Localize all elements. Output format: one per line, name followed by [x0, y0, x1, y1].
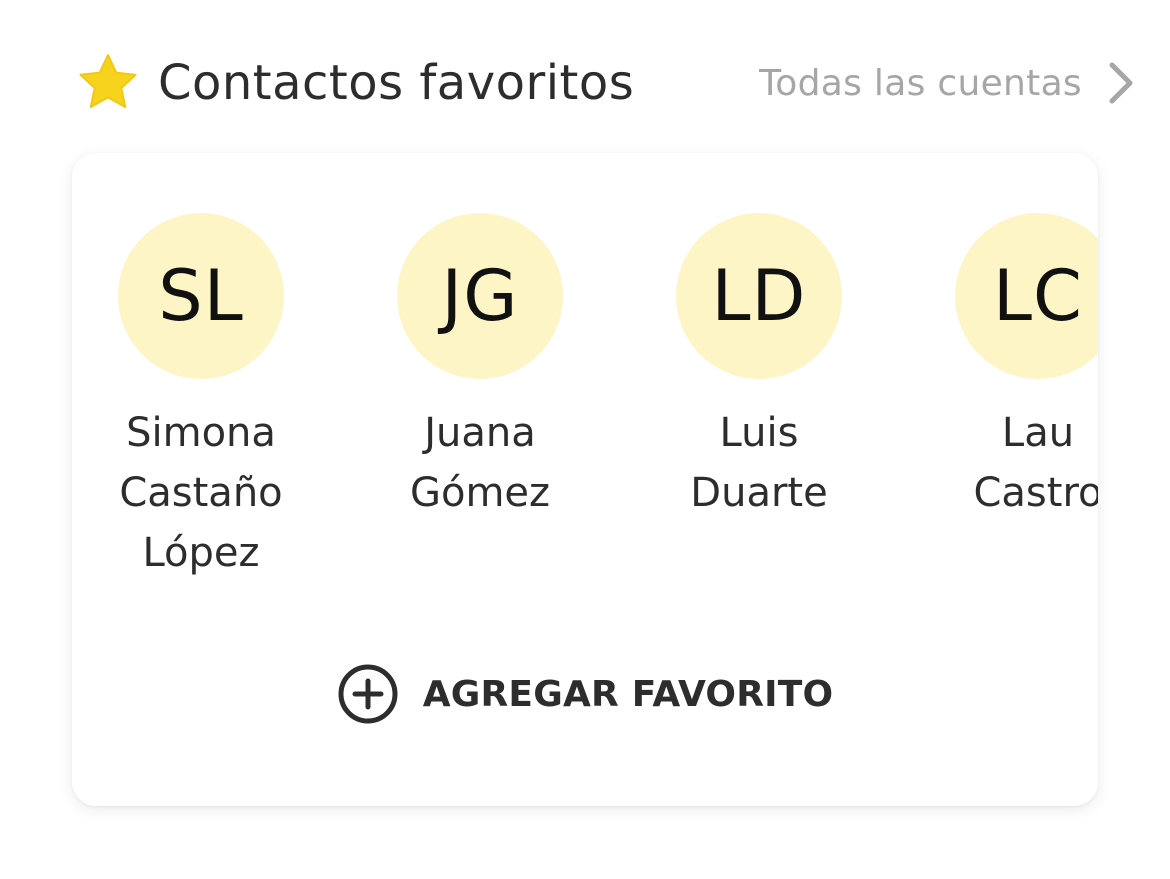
contact-item[interactable]: SL Simona Castaño López	[81, 213, 321, 583]
avatar: JG	[397, 213, 563, 379]
avatar: LC	[955, 213, 1098, 379]
contacts-carousel[interactable]: SL Simona Castaño López JG Juana Gómez L…	[72, 213, 1098, 613]
plus-circle-icon	[337, 663, 399, 725]
add-favorite-button[interactable]: AGREGAR FAVORITO	[72, 661, 1098, 727]
favorites-screen: Contactos favoritos Todas las cuentas SL…	[0, 0, 1170, 879]
page-title: Contactos favoritos	[158, 55, 635, 111]
contact-name: Luis Duarte	[690, 410, 828, 516]
contact-name: Lau Castro	[973, 410, 1098, 516]
contact-item[interactable]: JG Juana Gómez	[360, 213, 600, 523]
avatar: SL	[118, 213, 284, 379]
contact-name: Simona Castaño López	[119, 410, 283, 576]
avatar: LD	[676, 213, 842, 379]
contact-item[interactable]: LC Lau Castro	[918, 213, 1098, 523]
favorites-card: SL Simona Castaño López JG Juana Gómez L…	[72, 153, 1098, 806]
star-icon	[76, 51, 140, 115]
add-favorite-label: AGREGAR FAVORITO	[422, 673, 834, 715]
chevron-right-icon	[1106, 60, 1136, 106]
all-accounts-link[interactable]: Todas las cuentas	[759, 60, 1136, 106]
contact-name: Juana Gómez	[409, 410, 551, 516]
all-accounts-label: Todas las cuentas	[759, 62, 1082, 104]
favorites-header: Contactos favoritos Todas las cuentas	[76, 48, 1136, 118]
contact-item[interactable]: LD Luis Duarte	[639, 213, 879, 523]
header-title-group: Contactos favoritos	[76, 51, 634, 115]
